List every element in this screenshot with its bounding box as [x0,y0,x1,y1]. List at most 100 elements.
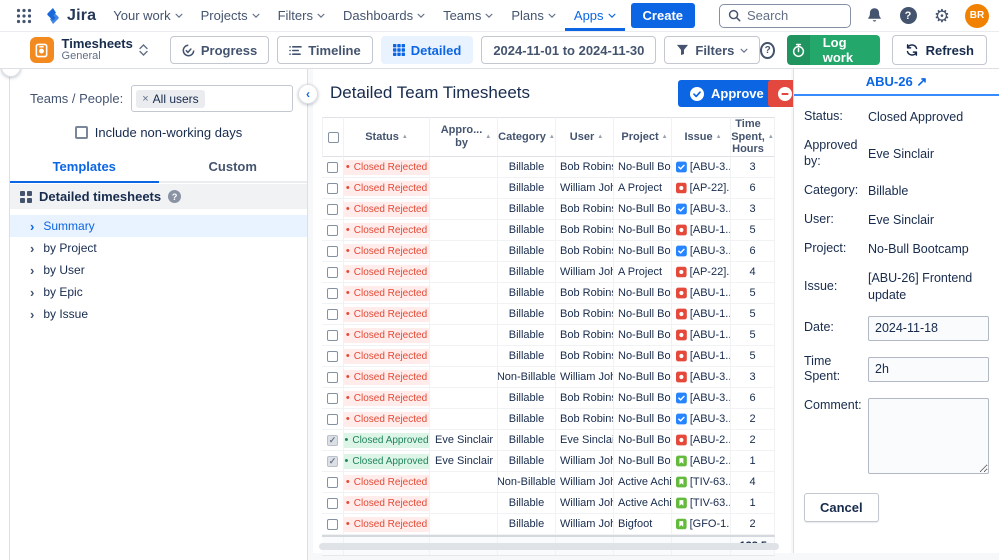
nav-item-filters[interactable]: Filters [269,0,334,31]
nav-item-teams[interactable]: Teams [434,0,502,31]
nav-item-plans[interactable]: Plans [502,0,565,31]
view-tab-timeline[interactable]: Timeline [277,36,373,64]
notifications-bell-icon[interactable] [863,5,885,27]
row-checkbox[interactable] [327,372,338,383]
issue-cell[interactable]: [ABU-1... [672,346,731,366]
issue-cell[interactable]: [AP-22]... [672,262,731,282]
row-checkbox[interactable] [327,162,338,173]
issue-cell[interactable]: [ABU-1... [672,283,731,303]
view-tab-detailed[interactable]: Detailed [381,36,474,64]
nav-item-your-work[interactable]: Your work [104,0,191,31]
create-button[interactable]: Create [631,3,695,28]
row-checkbox[interactable] [327,477,338,488]
sort-icon[interactable]: ▲ [662,134,668,141]
row-checkbox[interactable] [327,267,338,278]
horizontal-scrollbar[interactable] [319,543,779,550]
issue-cell[interactable]: [ABU-3... [672,388,731,408]
issue-cell[interactable]: [ABU-1... [672,220,731,240]
collapse-sidebar-button[interactable]: ‹ [298,84,318,104]
sidebar-item-summary[interactable]: ›Summary [10,215,307,237]
remove-tag-icon[interactable]: × [142,93,148,105]
sidebar-item-by-user[interactable]: ›by User [10,259,307,281]
table-row[interactable]: •Closed RejectedBillableBob Robins...No-… [322,304,775,325]
non-working-days-checkbox[interactable] [75,126,88,139]
teams-people-input[interactable]: × All users [131,85,293,112]
view-tab-progress[interactable]: Progress [170,36,269,64]
table-row[interactable]: •Closed RejectedNon-BillableWilliam Joh.… [322,472,775,493]
table-row[interactable]: •Closed RejectedBillableWilliam Joh...A … [322,178,775,199]
sort-icon[interactable]: ▲ [485,134,491,141]
select-all-checkbox[interactable] [328,132,339,143]
issue-cell[interactable]: [GFO-1... [672,514,731,534]
issue-cell[interactable]: [ABU-2... [672,430,731,450]
row-checkbox[interactable] [327,330,338,341]
column-header-pr[interactable]: Project▲ [614,117,672,157]
log-work-button[interactable]: Log work [787,35,880,65]
app-switcher-icon[interactable] [10,0,38,32]
sidebar-item-by-issue[interactable]: ›by Issue [10,303,307,325]
issue-cell[interactable]: [ABU-3... [672,367,731,387]
chevron-right-icon[interactable]: › [30,285,34,300]
table-row[interactable]: •Closed RejectedBillableBob Robins...No-… [322,220,775,241]
issue-cell[interactable]: [ABU-3... [672,241,731,261]
table-row[interactable]: •Closed RejectedBillableBob Robins...No-… [322,199,775,220]
chevron-right-icon[interactable]: › [30,307,34,322]
tab-custom[interactable]: Custom [159,153,308,181]
user-avatar[interactable]: BR [965,4,989,28]
section-help-icon[interactable]: ? [168,190,181,203]
row-checkbox[interactable] [327,288,338,299]
row-checkbox[interactable] [327,351,338,362]
issue-cell[interactable]: [AP-22]... [672,178,731,198]
table-row[interactable]: •Closed RejectedNon-BillableWilliam Joh.… [322,367,775,388]
row-checkbox[interactable]: ✓ [327,456,338,467]
table-row[interactable]: •Closed RejectedBillableBob Robins...No-… [322,283,775,304]
help-icon[interactable]: ? [897,5,919,27]
issue-cell[interactable]: [ABU-2... [672,451,731,471]
table-row[interactable]: •Closed RejectedBillableBob Robins...No-… [322,409,775,430]
sort-icon[interactable]: ▲ [597,134,603,141]
column-header-is[interactable]: Issue▲ [672,117,731,157]
date-input[interactable] [868,316,989,341]
jira-logo[interactable]: Jira [42,7,104,25]
column-header-tm[interactable]: Time Spent, Hours▲ [731,117,775,157]
table-row[interactable]: •Closed RejectedBillableBob Robins...No-… [322,241,775,262]
row-checkbox[interactable] [327,393,338,404]
column-header-us[interactable]: User▲ [556,117,614,157]
table-row[interactable]: •Closed RejectedBillableWilliam Joh...A … [322,262,775,283]
row-checkbox[interactable] [327,309,338,320]
row-checkbox[interactable] [327,414,338,425]
row-checkbox[interactable]: ✓ [327,435,338,446]
row-checkbox[interactable] [327,225,338,236]
approve-button[interactable]: Approve [678,80,776,107]
sort-icon[interactable]: ▲ [716,134,722,141]
issue-cell[interactable]: [TIV-63... [672,493,731,513]
issue-cell[interactable]: [TIV-63... [672,472,731,492]
timesheet-switcher-icon[interactable] [139,44,148,56]
sort-icon[interactable]: ▲ [768,134,774,141]
row-checkbox[interactable] [327,246,338,257]
issue-key-link[interactable]: ABU-26 ↗ [866,74,928,90]
filters-button[interactable]: Filters [664,36,760,64]
column-header-st[interactable]: Status▲ [344,117,430,157]
tab-templates[interactable]: Templates [10,153,159,181]
row-checkbox[interactable] [327,183,338,194]
row-checkbox[interactable] [327,204,338,215]
row-checkbox[interactable] [327,519,338,530]
refresh-button[interactable]: Refresh [892,35,987,65]
chevron-right-icon[interactable]: › [30,263,34,278]
chevron-right-icon[interactable]: › [30,219,34,234]
sort-icon[interactable]: ▲ [402,134,408,141]
row-checkbox[interactable] [327,498,338,509]
issue-cell[interactable]: [ABU-3... [672,409,731,429]
issue-cell[interactable]: [ABU-1... [672,304,731,324]
nav-item-dashboards[interactable]: Dashboards [334,0,434,31]
table-row[interactable]: •Closed RejectedBillableWilliam Joh...Ac… [322,493,775,514]
plugin-help-icon[interactable]: ? [760,42,775,59]
issue-cell[interactable]: [ABU-3... [672,157,731,177]
time-spent-input[interactable] [868,357,989,382]
sort-icon[interactable]: ▲ [549,134,555,141]
issue-cell[interactable]: [ABU-1... [672,325,731,345]
table-row[interactable]: •Closed RejectedBillableBob Robins...No-… [322,388,775,409]
column-header-ab[interactable]: Appro... by▲ [430,117,498,157]
table-row[interactable]: ✓•Closed ApprovedEve SinclairBillableWil… [322,451,775,472]
